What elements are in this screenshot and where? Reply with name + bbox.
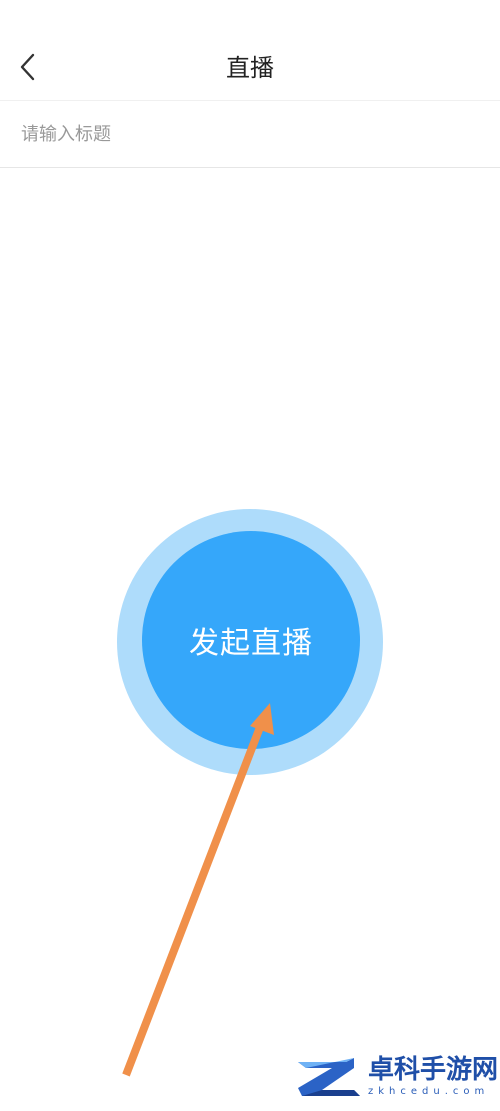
page-title: 直播 — [226, 54, 274, 82]
title-input-row — [0, 101, 500, 168]
start-live-button[interactable]: 发起直播 — [142, 531, 360, 749]
watermark: 卓科手游网 zkhcedu.com — [296, 1052, 500, 1104]
title-input[interactable] — [21, 117, 471, 151]
live-setup-screen: 直播 发起直播 卓科手游网 zkhcedu.com — [0, 0, 500, 1111]
annotation-arrow-shaft — [122, 720, 266, 1077]
watermark-url: zkhcedu.com — [368, 1086, 490, 1097]
watermark-logo-icon — [298, 1058, 360, 1096]
header-bar: 直播 — [0, 0, 500, 101]
watermark-site-name: 卓科手游网 — [368, 1055, 499, 1085]
